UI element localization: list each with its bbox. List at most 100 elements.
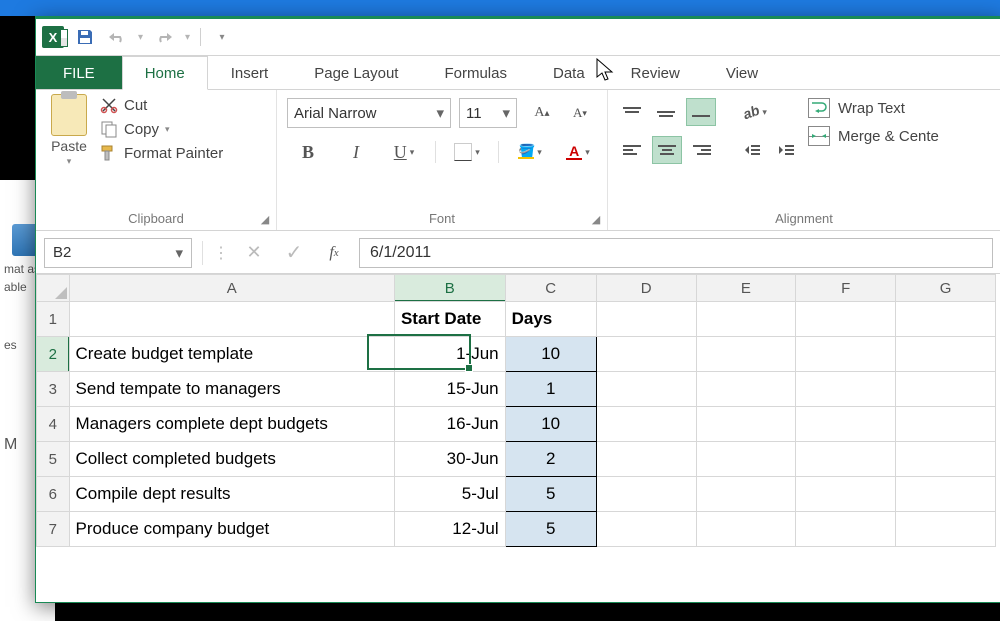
cell-C7[interactable]: 5 — [505, 512, 596, 547]
cell-A4[interactable]: Managers complete dept budgets — [69, 407, 394, 442]
cell-D3[interactable] — [596, 372, 696, 407]
row-header-3[interactable]: 3 — [37, 372, 70, 407]
cell-B7[interactable]: 12-Jul — [394, 512, 505, 547]
tab-page-layout[interactable]: Page Layout — [291, 56, 421, 90]
redo-button[interactable] — [153, 26, 175, 48]
cell-F6[interactable] — [796, 477, 896, 512]
cell-F3[interactable] — [796, 372, 896, 407]
align-center-button[interactable] — [652, 136, 682, 164]
merge-center-button[interactable]: Merge & Cente — [808, 126, 939, 146]
paste-button[interactable]: Paste ▾ — [46, 94, 92, 167]
cell-A2[interactable]: Create budget template — [69, 337, 394, 372]
formula-input[interactable]: 6/1/2011 — [359, 238, 993, 268]
worksheet-grid[interactable]: A B C D E F G 1 Start Date Days — [36, 274, 1000, 603]
customize-qat-button[interactable]: ▾ — [211, 26, 233, 48]
cell-G5[interactable] — [896, 442, 996, 477]
tab-insert[interactable]: Insert — [208, 56, 292, 90]
cell-D7[interactable] — [596, 512, 696, 547]
cell-G2[interactable] — [896, 337, 996, 372]
cell-D2[interactable] — [596, 337, 696, 372]
underline-button[interactable]: U — [387, 138, 421, 166]
cell-A6[interactable]: Compile dept results — [69, 477, 394, 512]
increase-font-size-button[interactable]: A▴ — [525, 99, 559, 127]
cell-B1[interactable]: Start Date — [394, 302, 505, 337]
font-color-button[interactable]: A — [561, 138, 595, 166]
cut-button[interactable]: Cut — [100, 96, 223, 114]
cell-E6[interactable] — [696, 477, 796, 512]
cell-C1[interactable]: Days — [505, 302, 596, 337]
cell-F7[interactable] — [796, 512, 896, 547]
orientation-button[interactable]: ab — [738, 98, 772, 126]
col-header-D[interactable]: D — [596, 275, 696, 302]
cell-G3[interactable] — [896, 372, 996, 407]
italic-button[interactable]: I — [339, 138, 373, 166]
cell-B3[interactable]: 15-Jun — [394, 372, 505, 407]
row-header-7[interactable]: 7 — [37, 512, 70, 547]
align-bottom-button[interactable] — [686, 98, 716, 126]
cell-B2[interactable]: 1-Jun — [394, 337, 505, 372]
row-header-6[interactable]: 6 — [37, 477, 70, 512]
cell-B4[interactable]: 16-Jun — [394, 407, 505, 442]
cell-D6[interactable] — [596, 477, 696, 512]
wrap-text-button[interactable]: Wrap Text — [808, 98, 939, 118]
row-header-4[interactable]: 4 — [37, 407, 70, 442]
col-header-F[interactable]: F — [796, 275, 896, 302]
col-header-B[interactable]: B — [394, 275, 505, 302]
borders-button[interactable] — [450, 138, 484, 166]
tab-home[interactable]: Home — [122, 56, 208, 90]
save-button[interactable] — [74, 26, 96, 48]
tab-view[interactable]: View — [703, 56, 781, 90]
tab-data[interactable]: Data — [530, 56, 608, 90]
cell-A1[interactable] — [69, 302, 394, 337]
cell-A5[interactable]: Collect completed budgets — [69, 442, 394, 477]
col-header-G[interactable]: G — [896, 275, 996, 302]
cell-G1[interactable] — [896, 302, 996, 337]
col-header-C[interactable]: C — [505, 275, 596, 302]
cell-D5[interactable] — [596, 442, 696, 477]
format-painter-button[interactable]: Format Painter — [100, 144, 223, 162]
cell-G7[interactable] — [896, 512, 996, 547]
cell-E4[interactable] — [696, 407, 796, 442]
row-header-1[interactable]: 1 — [37, 302, 70, 337]
bold-button[interactable]: B — [291, 138, 325, 166]
cell-E2[interactable] — [696, 337, 796, 372]
align-middle-button[interactable] — [652, 99, 680, 125]
insert-function-button[interactable]: fx — [319, 239, 349, 267]
cell-B6[interactable]: 5-Jul — [394, 477, 505, 512]
copy-button[interactable]: Copy ▾ — [100, 120, 223, 138]
cell-E5[interactable] — [696, 442, 796, 477]
select-all-corner[interactable] — [37, 275, 70, 302]
tab-review[interactable]: Review — [608, 56, 703, 90]
undo-button[interactable] — [106, 26, 128, 48]
cell-D4[interactable] — [596, 407, 696, 442]
cell-G4[interactable] — [896, 407, 996, 442]
enter-fx-button[interactable]: ✓ — [279, 239, 309, 267]
cell-F4[interactable] — [796, 407, 896, 442]
clipboard-dialog-launcher[interactable]: ◢ — [258, 212, 272, 226]
cell-A3[interactable]: Send tempate to managers — [69, 372, 394, 407]
row-header-2[interactable]: 2 — [37, 337, 70, 372]
cell-E1[interactable] — [696, 302, 796, 337]
cell-G6[interactable] — [896, 477, 996, 512]
decrease-font-size-button[interactable]: A▾ — [563, 99, 597, 127]
cell-C5[interactable]: 2 — [505, 442, 596, 477]
cell-E3[interactable] — [696, 372, 796, 407]
align-right-button[interactable] — [688, 137, 716, 163]
cell-F1[interactable] — [796, 302, 896, 337]
cell-F5[interactable] — [796, 442, 896, 477]
cell-F2[interactable] — [796, 337, 896, 372]
align-top-button[interactable] — [618, 99, 646, 125]
cell-A7[interactable]: Produce company budget — [69, 512, 394, 547]
align-left-button[interactable] — [618, 137, 646, 163]
font-dialog-launcher[interactable]: ◢ — [589, 212, 603, 226]
font-name-combo[interactable]: Arial Narrow ▾ — [287, 98, 451, 128]
fill-color-button[interactable]: 🪣 — [513, 138, 547, 166]
cell-D1[interactable] — [596, 302, 696, 337]
font-size-combo[interactable]: 11 ▾ — [459, 98, 517, 128]
tab-file[interactable]: FILE — [36, 56, 122, 90]
tab-formulas[interactable]: Formulas — [421, 56, 530, 90]
cell-E7[interactable] — [696, 512, 796, 547]
increase-indent-button[interactable] — [772, 137, 800, 163]
cell-C2[interactable]: 10 — [505, 337, 596, 372]
col-header-E[interactable]: E — [696, 275, 796, 302]
